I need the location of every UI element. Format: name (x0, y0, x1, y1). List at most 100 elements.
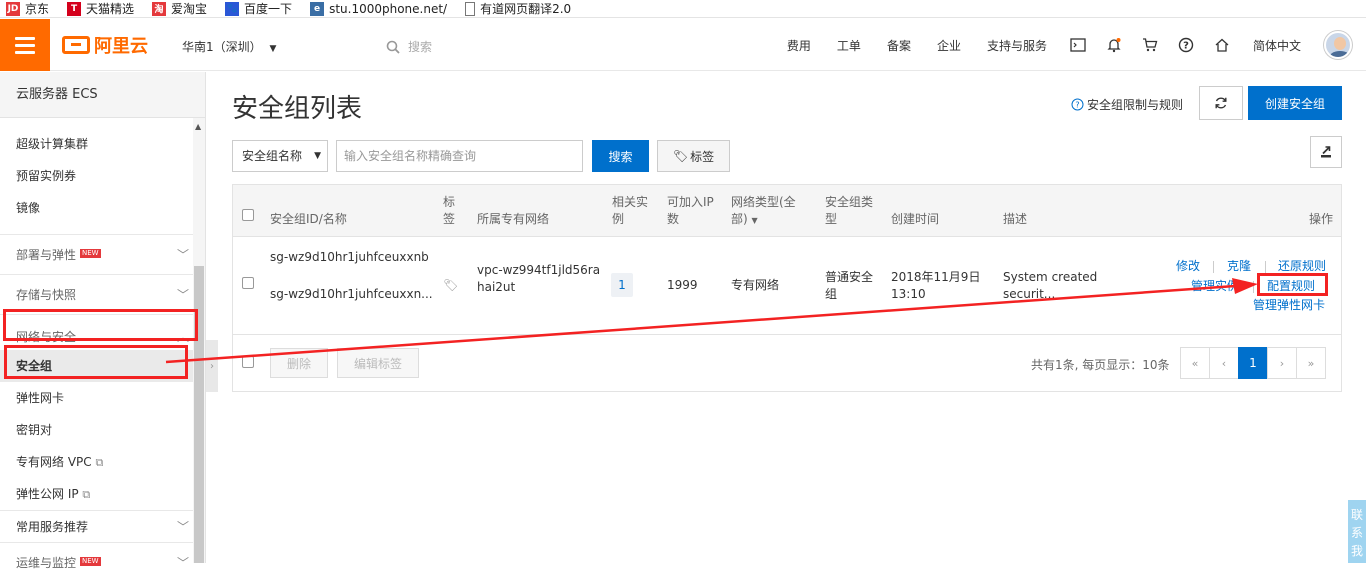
filter-field-select[interactable]: 安全组名称 ▼ (232, 140, 328, 172)
prev-page-button[interactable]: ‹ (1209, 347, 1239, 379)
sidebar-item-label: 专有网络 VPC (16, 455, 92, 469)
scroll-up-icon[interactable]: ▲ (195, 122, 201, 131)
top-navigation: 阿里云 华南1（深圳） ▼ 搜索 费用 工单 备案 企业 支持与服务 ? 简体中… (0, 19, 1366, 71)
sidebar-item-vpc[interactable]: 专有网络 VPC ⧉ (0, 446, 205, 478)
vpc-id[interactable]: vpc-wz994tf1jld56rahai2ut (477, 262, 602, 296)
bookmark-label: 爱淘宝 (171, 2, 208, 16)
aliyun-logo-icon (62, 36, 90, 54)
chevron-down-icon: ﹀ (176, 556, 189, 570)
last-page-button[interactable]: » (1296, 347, 1326, 379)
col-net-type[interactable]: 网络类型(全部) ▼ (731, 194, 801, 229)
sidebar-title[interactable]: 云服务器 ECS (0, 72, 205, 118)
help-icon[interactable]: ? (1176, 35, 1196, 55)
caret-down-icon: ▼ (751, 216, 758, 225)
edit-tags-button[interactable]: 编辑标签 (337, 348, 419, 378)
sidebar-item-reserved[interactable]: 预留实例券 (0, 160, 205, 192)
annotation-box-network-group (3, 309, 198, 341)
limits-link[interactable]: ? 安全组限制与规则 (1071, 96, 1183, 113)
manage-eni-link[interactable]: 管理弹性网卡 (1253, 297, 1325, 314)
next-page-button[interactable]: › (1267, 347, 1297, 379)
network-type: 专有网络 (731, 278, 780, 292)
caret-down-icon: ▼ (269, 44, 277, 54)
instance-count[interactable]: 1 (611, 273, 633, 297)
nav-link-icp[interactable]: 备案 (887, 37, 911, 54)
search-input[interactable] (336, 140, 583, 172)
delete-button[interactable]: 删除 (270, 348, 328, 378)
search-button[interactable]: 搜索 (592, 140, 649, 172)
sidebar-group-deploy[interactable]: 部署与弹性 NEW ﹀ (0, 234, 205, 274)
region-selector[interactable]: 华南1（深圳） ▼ (182, 38, 276, 55)
chevron-down-icon: ﹀ (176, 248, 189, 262)
security-group-name: sg-wz9d10hr1juhfceuxxn... (270, 287, 433, 301)
global-search[interactable]: 搜索 (386, 38, 432, 55)
col-id-name: 安全组ID/名称 (270, 212, 347, 226)
sidebar-item-eni[interactable]: 弹性网卡 (0, 382, 205, 414)
pagination-summary: 共有1条, 每页显示：10条 (1031, 358, 1170, 372)
sidebar-item-keypair[interactable]: 密钥对 (0, 414, 205, 446)
modify-link[interactable]: 修改 (1176, 258, 1200, 275)
jd-icon: JD (6, 1, 20, 16)
aliyun-logo[interactable]: 阿里云 (62, 33, 148, 57)
bookmark-item[interactable]: e stu.1000phone.net/ (304, 1, 447, 16)
sidebar-collapse-toggle[interactable]: › (206, 340, 218, 392)
page-icon (465, 1, 476, 16)
terminal-icon[interactable] (1068, 35, 1088, 55)
sidebar-group-label: 存储与快照 (16, 288, 77, 302)
col-instances: 相关实例 (612, 195, 649, 226)
nav-link-billing[interactable]: 费用 (787, 37, 811, 54)
bookmark-item[interactable]: T 天猫精选 (61, 0, 134, 17)
select-all-checkbox[interactable] (242, 209, 254, 221)
page-button[interactable]: 1 (1238, 347, 1268, 379)
clone-link[interactable]: 克隆 (1227, 258, 1251, 275)
bookmark-item[interactable]: 有道网页翻译2.0 (459, 0, 571, 17)
tmall-icon: T (67, 1, 82, 16)
sidebar-group-recommended[interactable]: 常用服务推荐 ﹀ (0, 510, 205, 542)
language-switch[interactable]: 简体中文 (1253, 37, 1301, 54)
bookmark-item[interactable]: JD 京东 (0, 0, 49, 17)
sidebar-item-label: 弹性公网 IP (16, 487, 79, 501)
refresh-button[interactable] (1199, 86, 1243, 120)
svg-text:?: ? (1075, 101, 1079, 110)
avatar[interactable] (1324, 31, 1352, 59)
chevron-right-icon: › (210, 360, 214, 372)
sidebar-group-ops[interactable]: 运维与监控 NEW ﹀ (0, 542, 205, 574)
created-time: 2018年11月9日 13:10 (891, 270, 981, 301)
menu-icon[interactable] (0, 19, 50, 71)
security-group-id[interactable]: sg-wz9d10hr1juhfceuxxnb (270, 249, 429, 266)
nav-link-tickets[interactable]: 工单 (837, 37, 861, 54)
nav-link-enterprise[interactable]: 企业 (937, 37, 961, 54)
sidebar-item-images[interactable]: 镜像 (0, 192, 205, 224)
bookmark-item[interactable]: 淘爱淘宝 (146, 0, 207, 17)
col-desc: 描述 (1003, 212, 1028, 226)
available-ip: 1999 (667, 278, 698, 292)
footer-select-all-checkbox[interactable] (242, 356, 254, 368)
refresh-icon (1215, 97, 1227, 109)
create-security-group-button[interactable]: 创建安全组 (1248, 86, 1342, 120)
globe-icon: e (310, 1, 325, 16)
col-tag: 标签 (443, 195, 456, 226)
col-ip: 可加入IP数 (667, 195, 714, 226)
manage-instances-link[interactable]: 管理实例 (1191, 278, 1239, 295)
row-checkbox[interactable] (242, 277, 254, 289)
bell-icon[interactable] (1104, 35, 1124, 55)
sidebar-group-storage[interactable]: 存储与快照 ﹀ (0, 274, 205, 314)
first-page-button[interactable]: « (1180, 347, 1210, 379)
svg-text:?: ? (1183, 41, 1189, 52)
nav-link-support[interactable]: 支持与服务 (987, 37, 1047, 54)
bookmark-item[interactable]: 🐾 百度一下 (219, 0, 292, 17)
help-circle-icon: ? (1071, 98, 1084, 111)
tag-filter-button[interactable]: 🏷 标签 (657, 140, 730, 172)
export-button[interactable] (1310, 136, 1342, 168)
limits-link-label: 安全组限制与规则 (1087, 98, 1184, 112)
home-icon[interactable] (1212, 35, 1232, 55)
bookmark-label: 百度一下 (244, 2, 293, 16)
contact-us-tab[interactable]: 联系我 (1348, 500, 1366, 563)
global-search-placeholder: 搜索 (408, 40, 433, 54)
sidebar-item-hpc[interactable]: 超级计算集群 (0, 128, 205, 160)
new-badge: NEW (80, 249, 101, 258)
top-links: 费用 工单 备案 企业 支持与服务 ? 简体中文 (774, 19, 1366, 71)
annotation-box-security-group (4, 345, 188, 379)
cart-icon[interactable] (1140, 35, 1160, 55)
tag-icon[interactable]: 🏷 (443, 277, 458, 294)
sidebar-item-eip[interactable]: 弹性公网 IP ⧉ (0, 478, 205, 510)
